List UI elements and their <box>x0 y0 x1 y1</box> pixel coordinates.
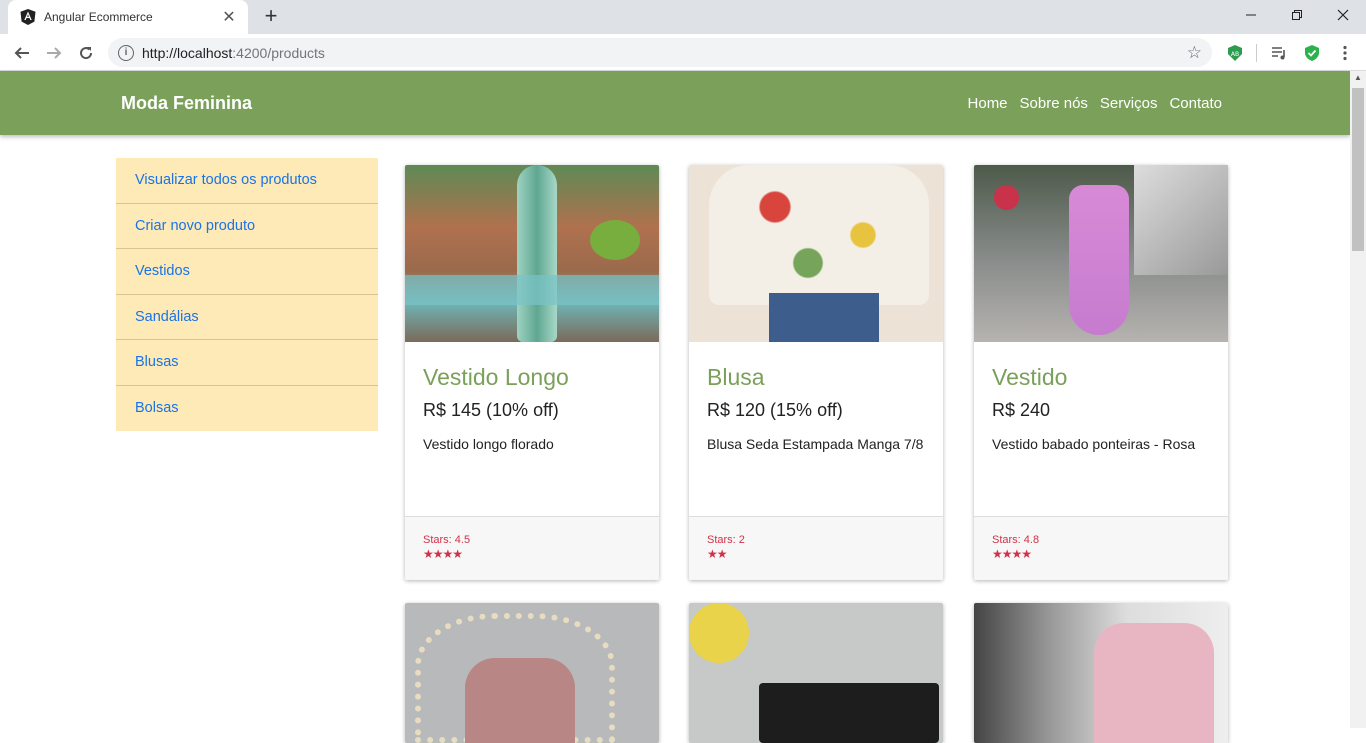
media-control-icon[interactable] <box>1270 44 1288 62</box>
product-title[interactable]: Vestido Longo <box>423 364 641 391</box>
reload-icon <box>80 47 93 60</box>
product-price: R$ 145 (10% off) <box>423 400 559 420</box>
nav-services[interactable]: Serviços <box>1100 95 1158 112</box>
product-price: R$ 240 <box>992 400 1051 420</box>
product-rating: Stars: 4.8 ★★★★ <box>974 516 1228 580</box>
browser-tabstrip: Angular Ecommerce ✕ + <box>0 0 1366 34</box>
bookmark-star-icon[interactable]: ☆ <box>1187 43 1202 63</box>
restore-icon <box>1292 10 1302 20</box>
star-icons: ★★★★ <box>423 547 463 561</box>
sidebar-item-new-product[interactable]: Criar novo produto <box>116 204 378 249</box>
forward-arrow-icon <box>47 47 62 59</box>
product-info: Blusa R$ 120 (15% off) Blusa Seda Estamp… <box>689 342 943 516</box>
product-card[interactable] <box>405 603 659 743</box>
stars-label: Stars: 4.5 <box>423 534 471 546</box>
info-icon[interactable]: i <box>118 44 134 61</box>
product-image[interactable] <box>405 165 659 342</box>
scrollbar-thumb[interactable] <box>1352 88 1364 251</box>
site-header: Moda Feminina Home Sobre nós Serviços Co… <box>0 71 1350 135</box>
product-rating: Stars: 4.5 ★★★★ <box>405 516 659 580</box>
scroll-up-icon[interactable]: ▲ <box>1354 73 1362 82</box>
product-card[interactable] <box>974 603 1228 743</box>
minimize-icon <box>1246 14 1256 16</box>
nav-about[interactable]: Sobre nós <box>1020 95 1088 112</box>
back-button[interactable] <box>10 41 34 65</box>
url-text: http://localhost:4200/products <box>142 44 325 61</box>
product-price: R$ 120 (15% off) <box>707 400 843 420</box>
sidebar-item-dresses[interactable]: Vestidos <box>116 249 378 295</box>
product-info: Vestido R$ 240 Vestido babado ponteiras … <box>974 342 1228 516</box>
toolbar-divider <box>1256 44 1257 62</box>
close-window-button[interactable] <box>1320 0 1366 30</box>
forward-button[interactable] <box>42 41 66 65</box>
brand-logo[interactable]: Moda Feminina <box>121 93 252 114</box>
menu-dots-icon[interactable] <box>1336 44 1354 62</box>
close-tab-icon[interactable]: ✕ <box>220 7 238 27</box>
product-card[interactable]: Vestido R$ 240 Vestido babado ponteiras … <box>974 165 1228 580</box>
product-description: Vestido longo florado <box>423 436 554 452</box>
product-image[interactable] <box>974 603 1228 743</box>
new-tab-button[interactable]: + <box>259 5 283 29</box>
stars-label: Stars: 2 <box>707 534 745 546</box>
product-image[interactable] <box>405 603 659 743</box>
shield-extension-icon[interactable] <box>1303 44 1321 62</box>
close-icon <box>1337 9 1349 21</box>
sidebar-item-sandals[interactable]: Sandálias <box>116 295 378 340</box>
browser-tab[interactable]: Angular Ecommerce ✕ <box>8 0 248 34</box>
stars-label: Stars: 4.8 <box>992 534 1040 546</box>
adblock-extension-icon[interactable]: AB <box>1226 44 1244 62</box>
address-bar[interactable]: i http://localhost:4200/products ☆ <box>108 38 1212 67</box>
product-description: Vestido babado ponteiras - Rosa <box>992 436 1196 452</box>
category-sidebar: Visualizar todos os produtos Criar novo … <box>116 158 378 431</box>
product-image[interactable] <box>689 165 943 342</box>
sidebar-item-bags[interactable]: Bolsas <box>116 386 378 432</box>
product-description: Blusa Seda Estampada Manga 7/8 <box>707 436 924 452</box>
product-title[interactable]: Blusa <box>707 364 925 391</box>
restore-button[interactable] <box>1274 0 1320 30</box>
product-image[interactable] <box>689 603 943 743</box>
back-arrow-icon <box>14 47 29 59</box>
nav-contact[interactable]: Contato <box>1169 95 1222 112</box>
nav-home[interactable]: Home <box>968 95 1008 112</box>
browser-toolbar: i http://localhost:4200/products ☆ AB <box>0 34 1366 71</box>
product-title[interactable]: Vestido <box>992 364 1210 391</box>
svg-text:AB: AB <box>1231 51 1239 58</box>
sidebar-item-all-products[interactable]: Visualizar todos os produtos <box>116 158 378 204</box>
main-nav: Home Sobre nós Serviços Contato <box>968 95 1222 112</box>
product-card[interactable]: Blusa R$ 120 (15% off) Blusa Seda Estamp… <box>689 165 943 580</box>
tab-title: Angular Ecommerce <box>44 10 153 24</box>
sidebar-item-blouses[interactable]: Blusas <box>116 340 378 386</box>
product-rating: Stars: 2 ★★ <box>689 516 943 580</box>
star-icons: ★★★★ <box>992 547 1032 561</box>
product-card[interactable] <box>689 603 943 743</box>
star-icons: ★★ <box>707 547 728 561</box>
product-info: Vestido Longo R$ 145 (10% off) Vestido l… <box>405 342 659 516</box>
product-image[interactable] <box>974 165 1228 342</box>
reload-button[interactable] <box>74 41 98 65</box>
minimize-button[interactable] <box>1228 0 1274 30</box>
product-card[interactable]: Vestido Longo R$ 145 (10% off) Vestido l… <box>405 165 659 580</box>
angular-icon <box>20 9 36 25</box>
